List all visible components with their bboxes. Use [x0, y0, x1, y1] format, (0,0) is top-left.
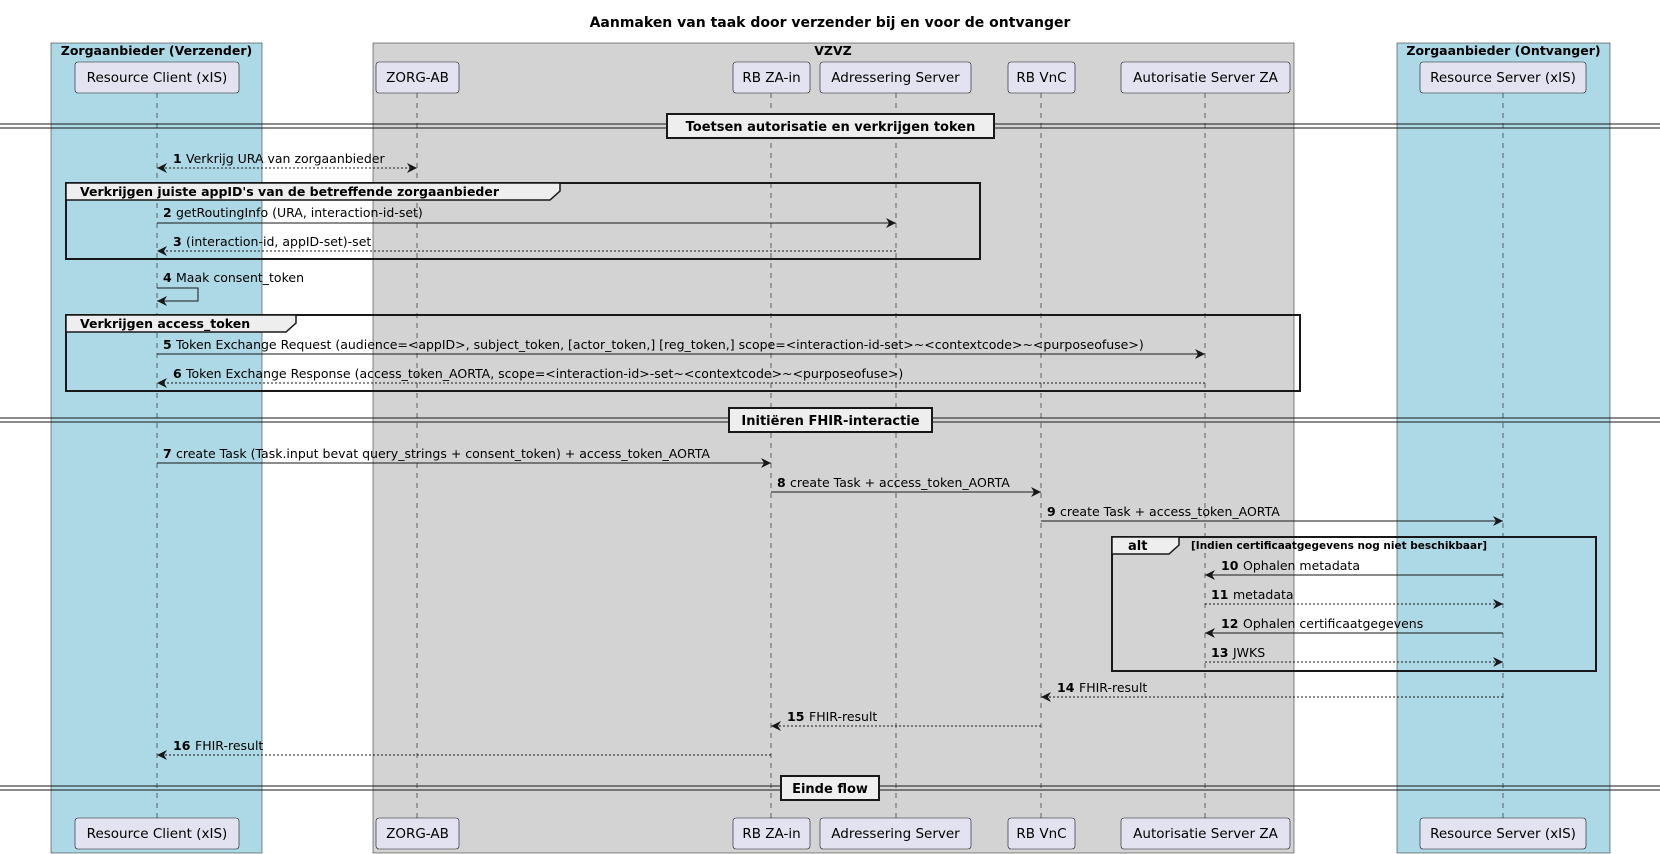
message-number: 13 — [1211, 645, 1228, 660]
message-number: 2 — [163, 205, 172, 220]
message-label: Maak consent_token — [176, 270, 304, 285]
message-number: 1 — [173, 151, 182, 166]
divider-label: Einde flow — [792, 782, 868, 797]
box-title-verzender: Zorgaanbieder (Verzender) — [61, 43, 253, 58]
message-number: 10 — [1221, 558, 1239, 573]
participant-rs-bottom: Resource Server (xIS) — [1419, 817, 1587, 850]
participant-zorgab-top: ZORG-AB — [375, 61, 460, 94]
divider-label: Toetsen autorisatie en verkrijgen token — [686, 120, 976, 135]
sequence-diagram: Aanmaken van taak door verzender bij en … — [0, 15, 1660, 854]
participant-label: ZORG-AB — [386, 70, 449, 86]
alt-condition: [Indien certificaatgegevens nog niet bes… — [1191, 540, 1487, 552]
message-label: JWKS — [1232, 645, 1265, 660]
message-number: 8 — [777, 475, 786, 490]
message-number: 4 — [163, 270, 172, 285]
participant-rc-bottom: Resource Client (xIS) — [74, 817, 240, 850]
message-number: 12 — [1221, 616, 1238, 631]
message-label: Token Exchange Request (audience=<appID>… — [175, 337, 1144, 352]
box-title-ontvanger: Zorgaanbieder (Ontvanger) — [1406, 43, 1600, 58]
message-number: 15 — [787, 709, 804, 724]
box-title-vzvz: VZVZ — [814, 43, 851, 58]
participant-adr-bottom: Adressering Server — [819, 817, 972, 850]
participant-label: Autorisatie Server ZA — [1133, 826, 1278, 842]
participant-label: Resource Server (xIS) — [1430, 70, 1576, 86]
participant-label: Resource Client (xIS) — [87, 826, 228, 842]
participant-rc-top: Resource Client (xIS) — [74, 61, 240, 94]
message-number: 7 — [163, 446, 172, 461]
participant-label: Adressering Server — [831, 826, 960, 842]
participant-label: RB VnC — [1016, 826, 1066, 842]
participant-rs-top: Resource Server (xIS) — [1419, 61, 1587, 94]
participant-rbvnc-top: RB VnC — [1007, 61, 1076, 94]
message-label: Ophalen certificaatgegevens — [1243, 616, 1423, 631]
participant-label: RB ZA-in — [742, 70, 800, 86]
participant-zorgab-bottom: ZORG-AB — [375, 817, 460, 850]
group-label: Verkrijgen access_token — [80, 316, 250, 332]
participant-rbza-bottom: RB ZA-in — [732, 817, 811, 850]
participant-label: ZORG-AB — [386, 826, 449, 842]
participant-label: Resource Client (xIS) — [87, 70, 228, 86]
message-label: getRoutingInfo (URA, interaction-id-set) — [176, 205, 423, 220]
message-number: 5 — [163, 337, 172, 352]
participant-rbvnc-bottom: RB VnC — [1007, 817, 1076, 850]
participant-rbza-top: RB ZA-in — [732, 61, 811, 94]
participant-label: RB VnC — [1016, 70, 1066, 86]
participant-label: Resource Server (xIS) — [1430, 826, 1576, 842]
message-label: create Task + access_token_AORTA — [1060, 504, 1280, 519]
participant-label: RB ZA-in — [742, 826, 800, 842]
participant-auth-top: Autorisatie Server ZA — [1120, 61, 1291, 94]
message-number: 3 — [173, 234, 182, 249]
diagram-title: Aanmaken van taak door verzender bij en … — [590, 15, 1071, 31]
participant-label: Autorisatie Server ZA — [1133, 70, 1278, 86]
message-label: FHIR-result — [195, 738, 263, 753]
message-label: create Task + access_token_AORTA — [790, 475, 1010, 490]
group-label: Verkrijgen juiste appID's van de betreff… — [80, 184, 500, 199]
message-label: FHIR-result — [1079, 680, 1147, 695]
message-number: 6 — [173, 366, 182, 381]
message-label: (interaction-id, appID-set)-set — [186, 234, 371, 249]
message-number: 16 — [173, 738, 191, 753]
message-label: Verkrijg URA van zorgaanbieder — [186, 151, 385, 166]
divider-label: Initiëren FHIR-interactie — [741, 414, 919, 429]
message-label: metadata — [1233, 587, 1294, 602]
alt-keyword: alt — [1128, 539, 1147, 554]
participant-adr-top: Adressering Server — [819, 61, 972, 94]
message-number: 9 — [1047, 504, 1056, 519]
message-label: Ophalen metadata — [1243, 558, 1360, 573]
message-label: Token Exchange Response (access_token_AO… — [185, 366, 903, 381]
participant-auth-bottom: Autorisatie Server ZA — [1120, 817, 1291, 850]
message-label: FHIR-result — [809, 709, 877, 724]
box-ontvanger — [1396, 42, 1611, 854]
message-number: 14 — [1057, 680, 1075, 695]
participant-label: Adressering Server — [831, 70, 960, 86]
message-label: create Task (Task.input bevat query_stri… — [176, 446, 710, 461]
message-number: 11 — [1211, 587, 1228, 602]
